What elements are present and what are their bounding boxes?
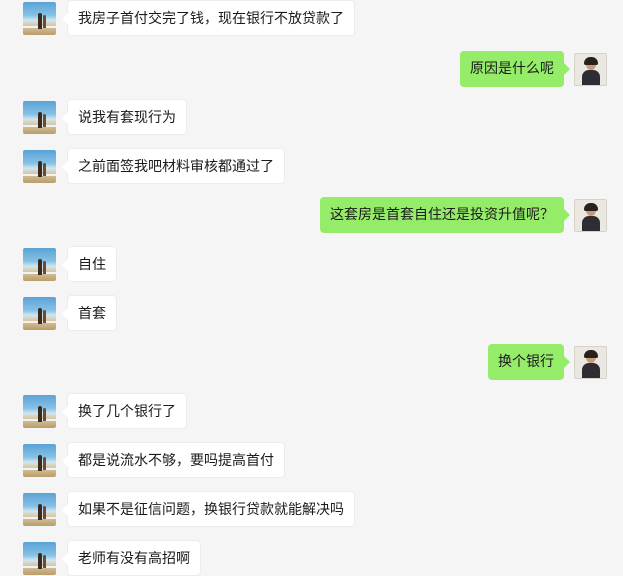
incoming-message: 换了几个银行了: [0, 393, 623, 429]
incoming-message: 都是说流水不够，要吗提高首付: [0, 442, 623, 478]
contact-avatar[interactable]: [23, 297, 56, 330]
message-bubble[interactable]: 自住: [62, 246, 117, 282]
contact-avatar[interactable]: [23, 395, 56, 428]
message-bubble[interactable]: 之前面签我吧材料审核都通过了: [62, 148, 285, 184]
message-bubble[interactable]: 都是说流水不够，要吗提高首付: [62, 442, 285, 478]
message-bubble[interactable]: 首套: [62, 295, 117, 331]
message-bubble[interactable]: 如果不是征信问题，换银行贷款就能解决吗: [62, 491, 355, 527]
incoming-message: 之前面签我吧材料审核都通过了: [0, 148, 623, 184]
message-bubble[interactable]: 原因是什么呢: [460, 51, 570, 87]
contact-avatar[interactable]: [23, 444, 56, 477]
message-bubble[interactable]: 换了几个银行了: [62, 393, 187, 429]
outgoing-message: 换个银行: [0, 344, 623, 380]
message-bubble[interactable]: 说我有套现行为: [62, 99, 187, 135]
contact-avatar[interactable]: [23, 248, 56, 281]
outgoing-message: 原因是什么呢: [0, 51, 623, 87]
user-avatar[interactable]: [574, 199, 607, 232]
incoming-message: 老师有没有高招啊: [0, 540, 623, 576]
outgoing-message: 这套房是首套自住还是投资升值呢？: [0, 197, 623, 233]
contact-avatar[interactable]: [23, 150, 56, 183]
contact-avatar[interactable]: [23, 2, 56, 35]
message-bubble[interactable]: 这套房是首套自住还是投资升值呢？: [320, 197, 570, 233]
contact-avatar[interactable]: [23, 493, 56, 526]
incoming-message: 我房子首付交完了钱，现在银行不放贷款了: [0, 0, 623, 36]
incoming-message: 说我有套现行为: [0, 99, 623, 135]
user-avatar[interactable]: [574, 53, 607, 86]
contact-avatar[interactable]: [23, 101, 56, 134]
incoming-message: 自住: [0, 246, 623, 282]
message-bubble[interactable]: 老师有没有高招啊: [62, 540, 201, 576]
user-avatar[interactable]: [574, 346, 607, 379]
incoming-message: 首套: [0, 295, 623, 331]
message-bubble[interactable]: 换个银行: [488, 344, 570, 380]
contact-avatar[interactable]: [23, 542, 56, 575]
message-bubble[interactable]: 我房子首付交完了钱，现在银行不放贷款了: [62, 0, 355, 36]
incoming-message: 如果不是征信问题，换银行贷款就能解决吗: [0, 491, 623, 527]
